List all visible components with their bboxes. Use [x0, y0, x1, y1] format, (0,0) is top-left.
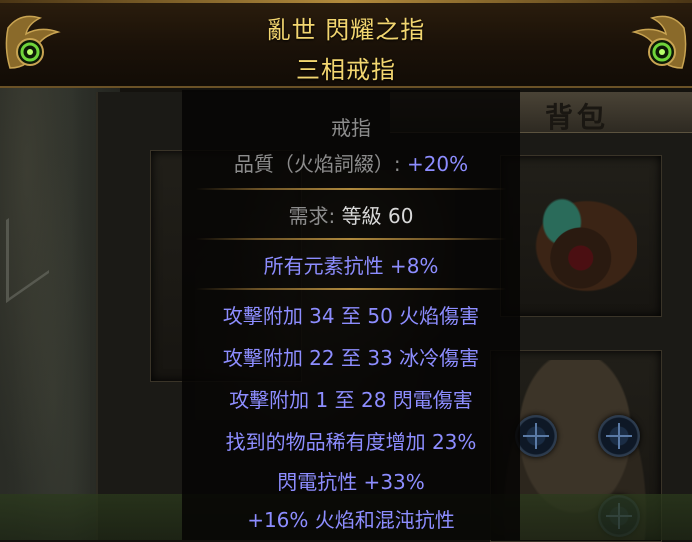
game-background: 背包 — [0, 0, 692, 542]
inventory-title: 背包 — [545, 101, 610, 134]
socket-icon — [515, 415, 557, 457]
rock-texture — [0, 80, 90, 540]
character-portrait — [195, 170, 455, 420]
inventory-header: 背包 — [390, 92, 692, 134]
bottom-bar — [0, 494, 692, 540]
helmet-item-icon[interactable] — [512, 192, 637, 312]
socket-icon — [598, 415, 640, 457]
